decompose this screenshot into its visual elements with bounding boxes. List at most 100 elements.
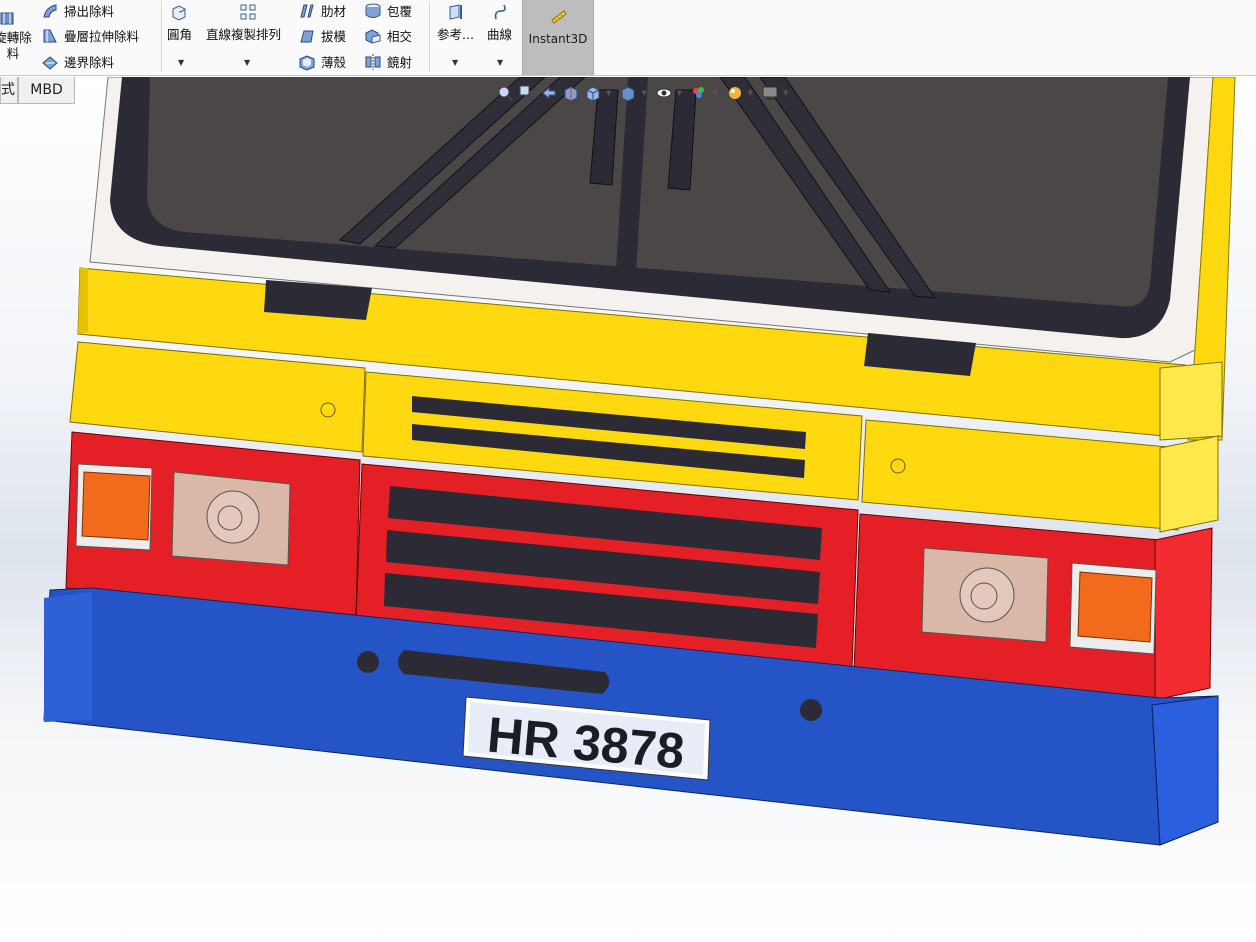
view-settings-icon[interactable] xyxy=(761,84,779,102)
grille-slot-1 xyxy=(412,396,806,449)
wiper-right-2 xyxy=(759,77,937,299)
wrap-label: 包覆 xyxy=(387,4,413,19)
blue-bumper xyxy=(43,587,1219,846)
lofted-cut-button[interactable]: 疊層拉伸除料 xyxy=(41,26,139,45)
red-front-panels xyxy=(65,431,1213,701)
boundary-cut-icon xyxy=(41,53,59,71)
chevron-down-icon[interactable]: ▼ xyxy=(606,89,611,97)
zoom-area-icon[interactable] xyxy=(518,84,536,102)
display-style-icon[interactable] xyxy=(619,84,637,102)
curves-label: 曲線 xyxy=(487,27,513,42)
reference-geometry-dropdown-caret[interactable]: ▼ xyxy=(452,58,458,67)
shell-icon xyxy=(298,53,316,71)
lofted-cut-label: 疊層拉伸除料 xyxy=(64,29,140,44)
previous-view-icon[interactable] xyxy=(540,84,558,102)
intersect-label: 相交 xyxy=(387,29,413,44)
lock-icon xyxy=(890,458,906,474)
reference-geometry-icon-button[interactable] xyxy=(447,3,465,21)
wrap-icon xyxy=(364,2,382,20)
instant3d-button[interactable]: Instant3D xyxy=(522,0,594,75)
apply-scene-icon[interactable] xyxy=(726,84,744,102)
curves-icon-button[interactable] xyxy=(492,3,510,21)
curves-icon xyxy=(492,3,510,21)
license-plate: HR 3878 xyxy=(462,696,711,781)
fillet-icon-button[interactable] xyxy=(170,3,188,21)
chevron-down-icon[interactable]: ▼ xyxy=(712,89,717,97)
intersect-icon xyxy=(364,27,382,45)
yellow-middle-panels xyxy=(69,341,1219,533)
mirror-label: 鏡射 xyxy=(387,55,413,70)
draft-icon xyxy=(298,27,316,45)
shell-label: 薄殼 xyxy=(321,55,347,70)
revolved-cut-icon xyxy=(0,9,16,27)
draft-button[interactable]: 拔模 xyxy=(298,26,346,45)
tab-mbd[interactable]: MBD xyxy=(18,77,75,104)
rib-button[interactable]: 肋材 xyxy=(298,1,346,20)
license-plate-text: HR 3878 xyxy=(485,707,686,780)
instant3d-icon xyxy=(550,8,568,26)
reference-geometry-label: 参考... xyxy=(437,27,474,42)
boundary-cut-button[interactable]: 邊界除料 xyxy=(41,52,114,71)
yellow-upper-band xyxy=(77,267,1223,441)
bumper-slot xyxy=(398,650,610,694)
chevron-down-icon[interactable]: ▼ xyxy=(748,89,753,97)
grille-bar-1 xyxy=(388,486,822,560)
graphics-area[interactable]: HR 3878 xyxy=(0,77,1256,942)
chevron-down-icon[interactable]: ▼ xyxy=(641,89,646,97)
linear-pattern-button[interactable]: 直線複製排列 xyxy=(206,24,281,43)
hide-show-items-icon[interactable] xyxy=(655,84,673,102)
grille-bar-3 xyxy=(384,573,818,648)
edit-appearance-icon[interactable] xyxy=(690,84,708,102)
headlamp-right xyxy=(921,547,1049,643)
intersect-button[interactable]: 相交 xyxy=(364,26,412,45)
swept-cut-label: 掃出除料 xyxy=(64,4,115,19)
draft-label: 拔模 xyxy=(321,29,347,44)
bus-upper-body xyxy=(89,77,1236,441)
heads-up-view-toolbar: ▼ ▼ ▼ ▼ ▼ ▼ xyxy=(496,82,792,104)
curves-dropdown-caret[interactable]: ▼ xyxy=(497,58,503,67)
fillet-button[interactable]: 圓角 xyxy=(167,24,192,43)
chevron-down-icon[interactable]: ▼ xyxy=(677,89,682,97)
swept-cut-icon xyxy=(41,2,59,20)
command-manager-ribbon: 旋轉除 料 掃出除料 疊層拉伸除料 邊界除料 圓角 ▼ 直線複製排列 ▼ 肋材 … xyxy=(0,0,1256,76)
bumper-hole-right xyxy=(800,699,822,721)
revolved-cut-label-1: 旋轉除 xyxy=(0,30,32,45)
lock-icon xyxy=(320,402,336,418)
tab-partial[interactable]: 式 xyxy=(0,77,18,104)
curves-button[interactable]: 曲線 xyxy=(487,24,512,43)
grille-bar-2 xyxy=(386,530,820,604)
bumper-hole-left xyxy=(357,651,379,673)
view-orientation-icon[interactable] xyxy=(584,84,602,102)
swept-cut-button[interactable]: 掃出除料 xyxy=(41,1,114,20)
reference-geometry-button[interactable]: 参考... xyxy=(437,24,474,43)
wiper-right xyxy=(719,77,892,293)
linear-pattern-icon xyxy=(239,3,257,21)
linear-pattern-label: 直線複製排列 xyxy=(206,27,282,42)
indicator-right xyxy=(1077,571,1153,643)
mirror-icon xyxy=(364,53,382,71)
rib-icon xyxy=(298,2,316,20)
section-view-icon[interactable] xyxy=(562,84,580,102)
headlamp-left xyxy=(171,471,291,566)
wrap-button[interactable]: 包覆 xyxy=(364,1,412,20)
mirror-button[interactable]: 鏡射 xyxy=(364,52,412,71)
fillet-dropdown-caret[interactable]: ▼ xyxy=(178,58,184,67)
chevron-down-icon[interactable]: ▼ xyxy=(783,89,788,97)
revolved-cut-button[interactable] xyxy=(0,9,18,27)
lamps xyxy=(75,463,1157,655)
boundary-cut-label: 邊界除料 xyxy=(64,55,115,70)
linear-pattern-dropdown-caret[interactable]: ▼ xyxy=(244,58,250,67)
shell-button[interactable]: 薄殼 xyxy=(298,52,346,71)
viewport-background xyxy=(0,77,1256,942)
windshield xyxy=(110,77,1190,339)
windshield-divider xyxy=(616,77,648,272)
rib-label: 肋材 xyxy=(321,4,347,19)
wiper-arm-right xyxy=(667,89,697,191)
fillet-label: 圓角 xyxy=(167,27,193,42)
reference-geometry-icon xyxy=(447,3,465,21)
zoom-fit-icon[interactable] xyxy=(496,84,514,102)
wiper-arm-left xyxy=(589,89,619,186)
instant3d-label: Instant3D xyxy=(528,32,588,46)
fillet-icon xyxy=(170,3,188,21)
linear-pattern-icon-button[interactable] xyxy=(239,3,257,21)
